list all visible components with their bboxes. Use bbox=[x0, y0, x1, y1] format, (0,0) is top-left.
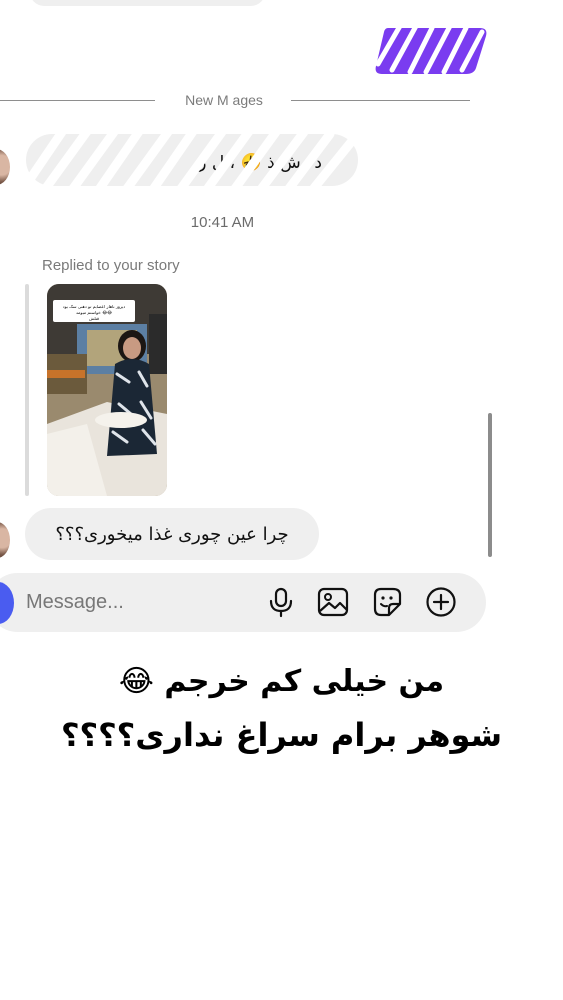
previous-message-bubble bbox=[30, 0, 265, 6]
reply-indicator-bar bbox=[25, 284, 29, 496]
gallery-icon[interactable] bbox=[317, 586, 349, 618]
reply-message-bubble[interactable]: چرا عین چوری غذا میخوری؟؟؟ bbox=[25, 508, 319, 560]
received-message-redacted: د وش ذ 🤣 ، ل ز bbox=[22, 128, 361, 190]
caption-line-2: شوهر برام سراغ نداری؟؟؟؟ bbox=[60, 716, 503, 754]
sent-message-redacted bbox=[375, 23, 487, 75]
story-thumbnail[interactable]: دیروز ناهار اعصابم تو دهنی سک بود خواستم… bbox=[47, 284, 167, 496]
message-input[interactable]: Message... bbox=[26, 591, 124, 614]
svg-text:قتلش: قتلش bbox=[89, 316, 99, 321]
replied-to-story-label: Replied to your story bbox=[42, 257, 180, 274]
scrollbar[interactable] bbox=[488, 413, 492, 557]
divider-line-right bbox=[291, 100, 470, 101]
message-timestamp: 10:41 AM bbox=[190, 214, 255, 231]
add-icon[interactable] bbox=[425, 586, 457, 618]
caption-line-1: من خیلی کم خرجم 😂 bbox=[118, 664, 445, 699]
new-messages-label: New M ages bbox=[185, 92, 263, 108]
svg-text:دیروز ناهار اعصابم تو دهنی سک: دیروز ناهار اعصابم تو دهنی سک بود bbox=[63, 304, 126, 309]
new-messages-divider: New M ages bbox=[0, 92, 470, 110]
message-composer[interactable]: Message... bbox=[0, 573, 486, 632]
sender-avatar[interactable] bbox=[0, 522, 10, 558]
divider-line-left bbox=[0, 100, 155, 101]
microphone-icon[interactable] bbox=[265, 586, 297, 618]
sender-avatar[interactable] bbox=[0, 149, 10, 185]
sticker-icon[interactable] bbox=[371, 586, 403, 618]
svg-text:خواستم میومد 😂😂: خواستم میومد 😂😂 bbox=[76, 310, 112, 315]
